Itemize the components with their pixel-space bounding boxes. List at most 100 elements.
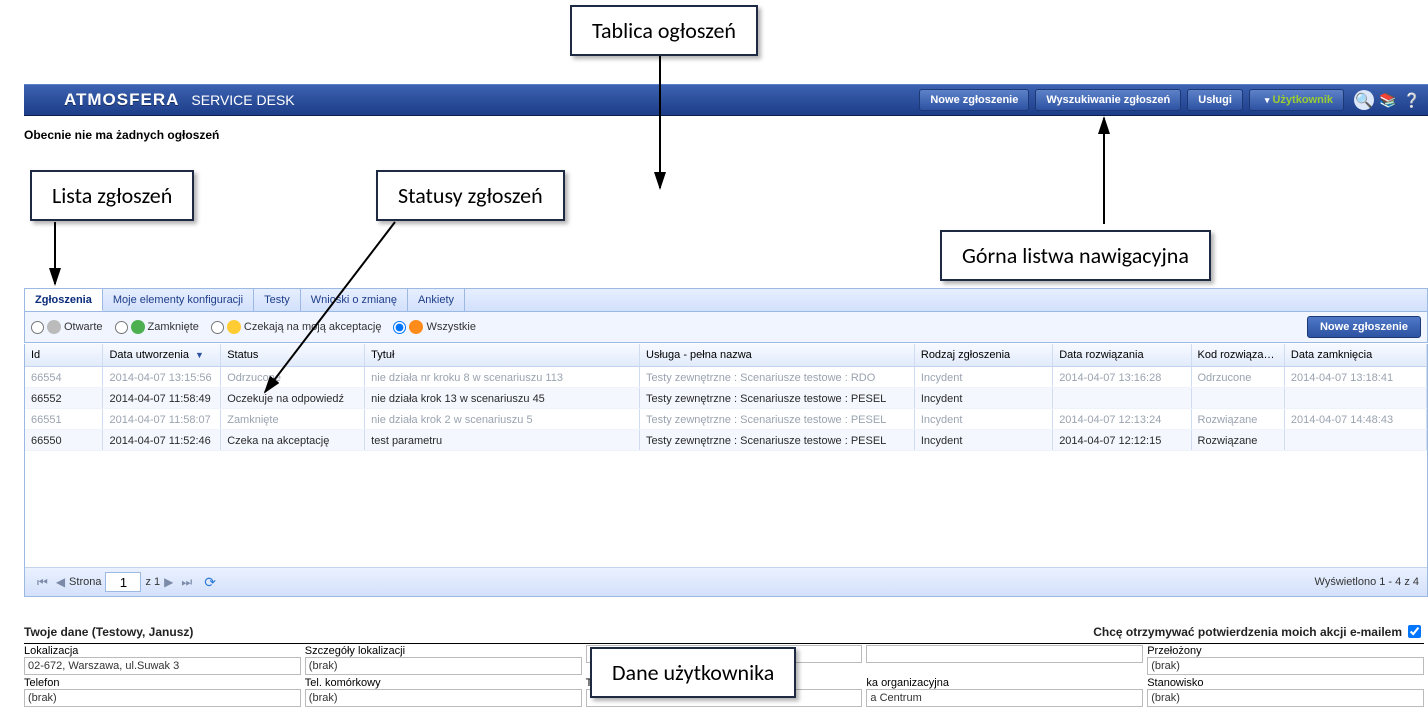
cell xyxy=(1285,430,1427,450)
pager-summary: Wyświetlono 1 - 4 z 4 xyxy=(1315,576,1419,588)
col-closed[interactable]: Data zamknięcia xyxy=(1285,344,1427,366)
table-row[interactable]: 665522014-04-07 11:58:49Oczekuje na odpo… xyxy=(25,388,1427,409)
pos-value: (brak) xyxy=(1147,689,1424,707)
pager-prev-icon[interactable]: ◀ xyxy=(56,575,65,589)
cell: Testy zewnętrzne : Scenariusze testowe :… xyxy=(640,430,915,450)
cell: Odrzucone xyxy=(221,367,365,387)
global-search-icon[interactable]: 🔍 xyxy=(1354,90,1374,110)
pager-first-icon[interactable]: ⏮ xyxy=(37,575,48,590)
tab-changes[interactable]: Wnioski o zmianę xyxy=(301,289,408,311)
new-ticket-button[interactable]: Nowe zgłoszenie xyxy=(919,89,1029,111)
callout-top-nav: Górna listwa nawigacyjna xyxy=(940,230,1211,281)
callout-announcements: Tablica ogłoszeń xyxy=(570,5,758,56)
filter-all[interactable]: Wszystkie xyxy=(393,320,476,334)
new-ticket-primary-button[interactable]: Nowe zgłoszenie xyxy=(1307,316,1421,338)
filter-open-label: Otwarte xyxy=(64,321,103,333)
cell: Testy zewnętrzne : Scenariusze testowe :… xyxy=(640,367,915,387)
cell: 2014-04-07 13:16:28 xyxy=(1053,367,1191,387)
announcements-text: Obecnie nie ma żadnych ogłoszeń xyxy=(24,128,1428,142)
col-status[interactable]: Status xyxy=(221,344,365,366)
pager-of-label: z 1 xyxy=(145,576,160,588)
pager-last-icon[interactable]: ⏭ xyxy=(181,575,192,590)
cell xyxy=(1285,388,1427,408)
top-nav-bar: ATMOSFERA SERVICE DESK Nowe zgłoszenie W… xyxy=(24,84,1428,116)
cell: nie działa krok 2 w scenariuszu 5 xyxy=(365,409,640,429)
callout-statuses: Statusy zgłoszeń xyxy=(376,170,565,221)
cell: Incydent xyxy=(915,367,1053,387)
filter-closed[interactable]: Zamknięte xyxy=(115,320,199,334)
cell: Odrzucone xyxy=(1192,367,1285,387)
pager-page-label: Strona xyxy=(69,576,101,588)
cell: 2014-04-07 12:12:15 xyxy=(1053,430,1191,450)
cell xyxy=(1192,388,1285,408)
user-menu-label: Użytkownik xyxy=(1272,90,1333,110)
cell: Incydent xyxy=(915,409,1053,429)
col-created[interactable]: Data utworzenia ▼ xyxy=(103,344,221,366)
grid-body: 665542014-04-07 13:15:56Odrzuconenie dzi… xyxy=(25,367,1427,567)
cell: Incydent xyxy=(915,388,1053,408)
user-panel-title: Twoje dane (Testowy, Janusz) xyxy=(24,625,193,639)
filter-open[interactable]: Otwarte xyxy=(31,320,103,334)
logo: ATMOSFERA xyxy=(64,90,179,110)
tel-value: (brak) xyxy=(24,689,301,707)
callout-ticket-list: Lista zgłoszeń xyxy=(30,170,194,221)
sort-desc-icon: ▼ xyxy=(195,350,204,360)
sup-label: Przełożony xyxy=(1147,645,1424,657)
cell: Czeka na akceptację xyxy=(221,430,365,450)
cell: Rozwiązane xyxy=(1192,430,1285,450)
cell: Incydent xyxy=(915,430,1053,450)
services-button[interactable]: Usługi xyxy=(1187,89,1243,111)
cell: 2014-04-07 13:18:41 xyxy=(1285,367,1427,387)
col-service[interactable]: Usługa - pełna nazwa xyxy=(640,344,915,366)
cell: nie działa krok 13 w scenariuszu 45 xyxy=(365,388,640,408)
pager-refresh-icon[interactable]: ⟳ xyxy=(204,574,216,591)
filter-bar: Otwarte Zamknięte Czekają na moją akcept… xyxy=(24,312,1428,343)
cell: 2014-04-07 12:13:24 xyxy=(1053,409,1191,429)
col-rescode[interactable]: Kod rozwiązania xyxy=(1192,344,1285,366)
cell: 2014-04-07 11:58:49 xyxy=(103,388,221,408)
table-row[interactable]: 665502014-04-07 11:52:46Czeka na akcepta… xyxy=(25,430,1427,451)
col-id[interactable]: Id xyxy=(25,344,103,366)
knowledge-base-icon[interactable]: 📚 xyxy=(1378,90,1398,110)
cell: Rozwiązane xyxy=(1192,409,1285,429)
cell: Testy zewnętrzne : Scenariusze testowe :… xyxy=(640,388,915,408)
cell: nie działa nr kroku 8 w scenariuszu 113 xyxy=(365,367,640,387)
tab-surveys[interactable]: Ankiety xyxy=(408,289,465,311)
tel-label: Telefon xyxy=(24,677,301,689)
table-row[interactable]: 665512014-04-07 11:58:07Zamkniętenie dzi… xyxy=(25,409,1427,430)
search-tickets-button[interactable]: Wyszukiwanie zgłoszeń xyxy=(1035,89,1181,111)
tab-tickets[interactable]: Zgłoszenia xyxy=(25,289,103,311)
cell: 2014-04-07 14:48:43 xyxy=(1285,409,1427,429)
tickets-grid: Id Data utworzenia ▼ Status Tytuł Usługa… xyxy=(24,344,1428,597)
locdet-label: Szczegóły lokalizacji xyxy=(305,645,582,657)
cell xyxy=(1053,388,1191,408)
loc-value: 02-672, Warszawa, ul.Suwak 3 xyxy=(24,657,301,675)
tab-my-ci[interactable]: Moje elementy konfiguracji xyxy=(103,289,254,311)
callout-user-data: Dane użytkownika xyxy=(590,647,796,698)
user-menu-chevron: ▾ xyxy=(1265,90,1270,110)
col-resolved[interactable]: Data rozwiązania xyxy=(1053,344,1191,366)
cell: 66550 xyxy=(25,430,103,450)
email-opt-checkbox[interactable] xyxy=(1408,625,1421,638)
filter-awaiting[interactable]: Czekają na moją akceptację xyxy=(211,320,382,334)
grid-header: Id Data utworzenia ▼ Status Tytuł Usługa… xyxy=(25,344,1427,367)
org-label: ka organizacyjna xyxy=(866,677,1143,689)
col-created-label: Data utworzenia xyxy=(109,349,189,361)
help-icon[interactable]: ❔ xyxy=(1402,90,1422,110)
sup-value: (brak) xyxy=(1147,657,1424,675)
user-menu-button[interactable]: ▾ Użytkownik xyxy=(1249,89,1344,111)
gear-icon xyxy=(47,320,61,334)
cell: 66554 xyxy=(25,367,103,387)
star-icon xyxy=(409,320,423,334)
tab-tests[interactable]: Testy xyxy=(254,289,301,311)
email-opt-label: Chcę otrzymywać potwierdzenia moich akcj… xyxy=(1093,625,1402,639)
col4a-value xyxy=(866,645,1143,663)
pager-next-icon[interactable]: ▶ xyxy=(164,575,173,589)
tabs-bar: Zgłoszenia Moje elementy konfiguracji Te… xyxy=(24,288,1428,312)
table-row[interactable]: 665542014-04-07 13:15:56Odrzuconenie dzi… xyxy=(25,367,1427,388)
col-title[interactable]: Tytuł xyxy=(365,344,640,366)
filter-closed-label: Zamknięte xyxy=(148,321,199,333)
col-kind[interactable]: Rodzaj zgłoszenia xyxy=(915,344,1053,366)
cell: Testy zewnętrzne : Scenariusze testowe :… xyxy=(640,409,915,429)
pager-page-input[interactable] xyxy=(105,572,141,592)
